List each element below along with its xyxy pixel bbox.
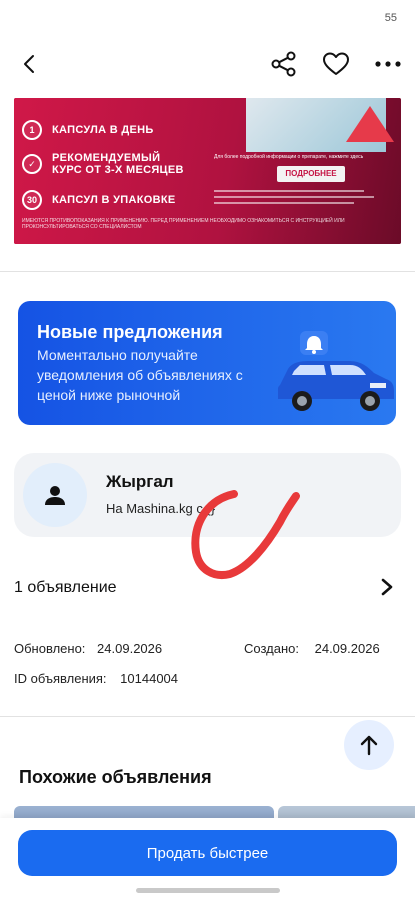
updated-info: Обновлено: 24.09.2026 <box>14 641 162 656</box>
seller-subtitle: На Mashina.kg с {} <box>106 501 216 516</box>
seller-card[interactable]: Жыргал На Mashina.kg с {} <box>14 453 401 537</box>
more-button[interactable] <box>372 48 404 80</box>
created-info: Создано: 24.09.2026 <box>244 641 380 656</box>
listings-count: 1 объявление <box>14 579 117 596</box>
ad-product-image <box>246 98 394 152</box>
ad-row: 30 КАПСУЛ В УПАКОВКЕ <box>22 190 175 210</box>
updated-value: 24.09.2026 <box>97 641 163 656</box>
ad-badge: ✓ <box>22 154 42 174</box>
ad-badge: 30 <box>22 190 42 210</box>
ad-text-line <box>214 190 364 192</box>
ad-text-line <box>214 202 354 204</box>
ad-banner[interactable]: 1 КАПСУЛА В ДЕНЬ ✓ РЕКОМЕНДУЕМЫЙ КУРС ОТ… <box>14 98 401 244</box>
ad-more-button[interactable]: ПОДРОБНЕЕ <box>277 166 345 182</box>
ad-row: 1 КАПСУЛА В ДЕНЬ <box>22 120 154 140</box>
created-label: Создано: <box>244 641 299 656</box>
chevron-left-icon <box>24 55 34 73</box>
car-bell-icon <box>278 331 394 411</box>
ad-row-text: РЕКОМЕНДУЕМЫЙ КУРС ОТ 3-Х МЕСЯЦЕВ <box>52 152 184 176</box>
sell-faster-button[interactable]: Продать быстрее <box>18 830 397 876</box>
scroll-to-top-button[interactable] <box>344 720 394 770</box>
favorite-button[interactable] <box>320 48 352 80</box>
divider <box>0 271 415 272</box>
person-icon <box>45 486 65 505</box>
created-value: 24.09.2026 <box>314 641 380 656</box>
ad-text-line <box>214 196 374 198</box>
share-icon <box>271 51 296 77</box>
updated-label: Обновлено: <box>14 641 86 656</box>
arrow-up-icon <box>360 735 378 756</box>
ad-row-text: КАПСУЛ В УПАКОВКЕ <box>52 194 176 206</box>
divider <box>0 716 415 717</box>
ad-info-text: Для более подробной информации о препара… <box>214 154 364 160</box>
promo-description: Моментально получайте уведомления об объ… <box>37 347 243 403</box>
id-value: 10144004 <box>120 671 179 686</box>
status-number: 55 <box>384 12 397 24</box>
more-horizontal-icon <box>375 61 401 67</box>
chevron-right-icon <box>381 578 393 596</box>
heart-icon <box>323 52 349 75</box>
id-info: ID объявления: 10144004 <box>14 671 178 686</box>
status-bar: 55 <box>0 0 415 40</box>
new-offers-card[interactable]: Новые предложения Моментально получайте … <box>18 301 396 425</box>
back-button[interactable] <box>14 48 46 80</box>
ad-row: ✓ РЕКОМЕНДУЕМЫЙ КУРС ОТ 3-Х МЕСЯЦЕВ <box>22 152 192 176</box>
ad-row-text: КАПСУЛА В ДЕНЬ <box>52 124 154 136</box>
home-indicator <box>136 888 280 893</box>
top-bar <box>0 42 415 86</box>
seller-listings-row[interactable]: 1 объявление <box>14 571 394 603</box>
avatar <box>23 463 87 527</box>
similar-listings-title: Похожие объявления <box>19 767 212 787</box>
ad-fine-print: ИМЕЮТСЯ ПРОТИВОПОКАЗАНИЯ К ПРИМЕНЕНИЮ. П… <box>22 218 345 230</box>
promo-title: Новые предложения <box>37 322 223 342</box>
seller-name: Жыргал <box>106 472 174 491</box>
ad-badge: 1 <box>22 120 42 140</box>
share-button[interactable] <box>268 48 300 80</box>
id-label: ID объявления: <box>14 671 107 686</box>
